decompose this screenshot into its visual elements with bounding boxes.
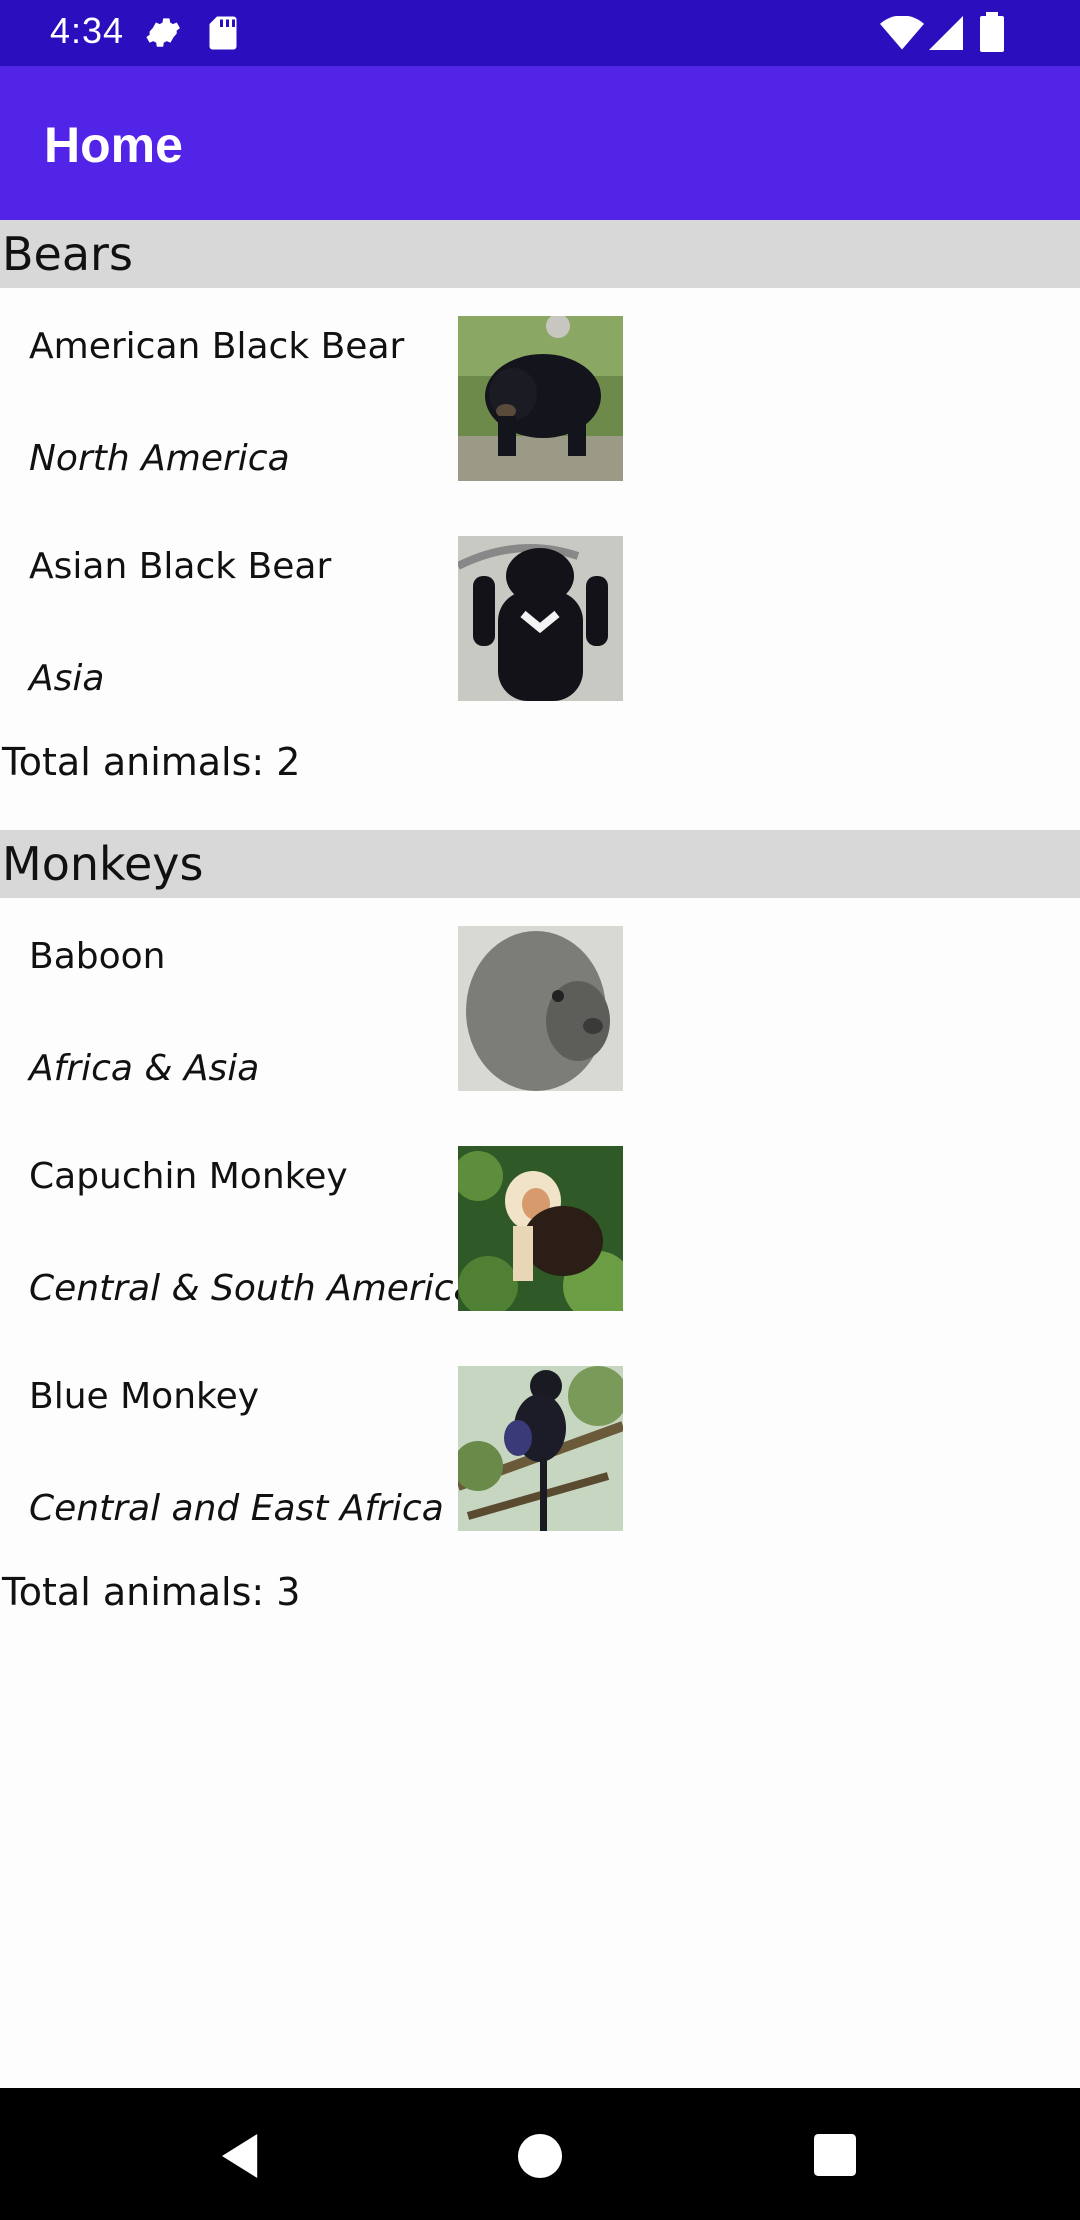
status-bar: 4:34 xyxy=(0,0,1080,66)
page-title: Home xyxy=(44,117,183,173)
battery-icon xyxy=(980,12,1004,56)
animal-location: Central and East Africa xyxy=(29,1488,444,1529)
animal-location: Asia xyxy=(29,658,105,699)
animal-name: Baboon xyxy=(29,936,166,977)
list-item[interactable]: Baboon Africa & Asia xyxy=(0,898,1080,1118)
animal-list[interactable]: Bears American Black Bear North America … xyxy=(0,220,1080,1626)
animal-location: Central & South America xyxy=(29,1268,476,1309)
signal-icon xyxy=(928,16,964,54)
list-item[interactable]: Asian Black Bear Asia xyxy=(0,508,1080,728)
sd-card-icon xyxy=(208,14,238,56)
black-bear-photo xyxy=(458,316,623,481)
app-bar: Home xyxy=(0,66,1080,220)
capuchin-photo xyxy=(458,1146,623,1311)
animal-name: Capuchin Monkey xyxy=(29,1156,348,1197)
animal-name: American Black Bear xyxy=(29,326,405,367)
baboon-photo xyxy=(458,926,623,1091)
group-header-monkeys: Monkeys xyxy=(0,830,1080,898)
navigation-bar xyxy=(0,2088,1080,2220)
back-icon[interactable] xyxy=(222,2134,266,2182)
group-footer-monkeys: Total animals: 3 xyxy=(2,1570,301,1614)
list-item[interactable]: Blue Monkey Central and East Africa xyxy=(0,1338,1080,1558)
settings-icon xyxy=(144,14,182,56)
list-item[interactable]: Capuchin Monkey Central & South America xyxy=(0,1118,1080,1338)
recents-icon[interactable] xyxy=(814,2134,856,2180)
wifi-icon xyxy=(880,15,924,54)
home-icon[interactable] xyxy=(518,2134,562,2182)
animal-location: North America xyxy=(29,438,290,479)
asian-black-bear-photo xyxy=(458,536,623,701)
status-time: 4:34 xyxy=(50,10,125,51)
animal-name: Asian Black Bear xyxy=(29,546,332,587)
blue-monkey-photo xyxy=(458,1366,623,1531)
group-footer-bears: Total animals: 2 xyxy=(2,740,301,784)
list-item[interactable]: American Black Bear North America xyxy=(0,288,1080,508)
animal-name: Blue Monkey xyxy=(29,1376,260,1417)
animal-location: Africa & Asia xyxy=(29,1048,260,1089)
group-header-bears: Bears xyxy=(0,220,1080,288)
